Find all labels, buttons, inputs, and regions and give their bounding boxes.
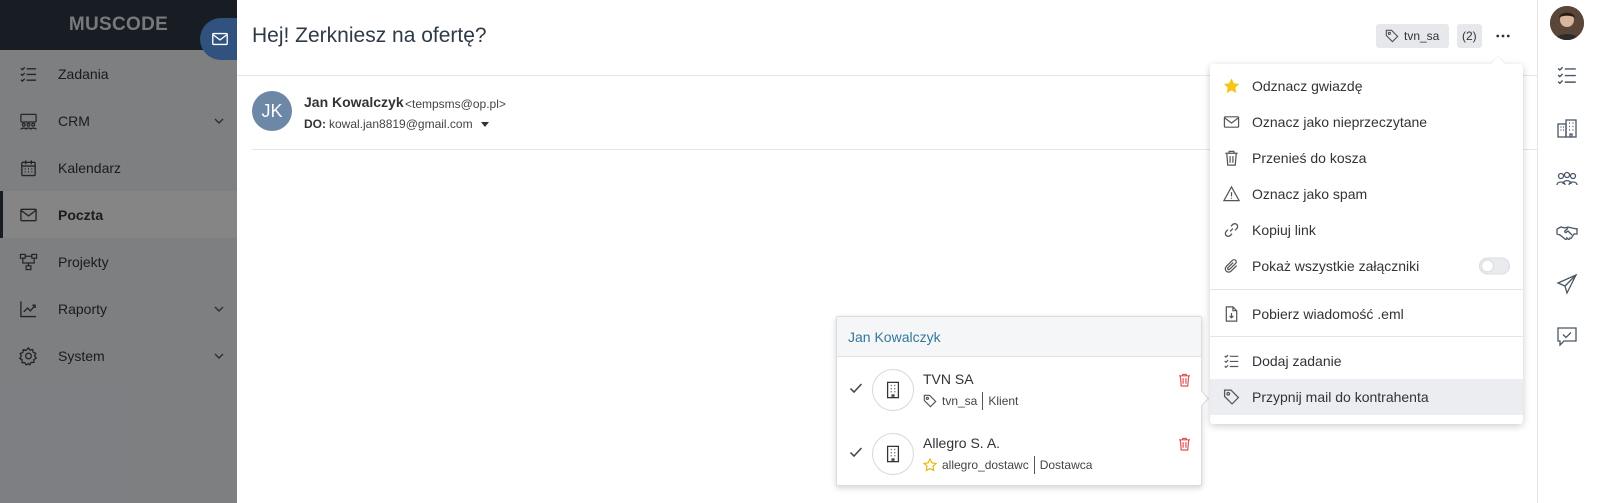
more-options-menu: Odznacz gwiazdę Oznacz jako nieprzeczyta…	[1210, 64, 1523, 424]
more-horizontal-icon	[1496, 34, 1510, 38]
caret-down-icon[interactable]	[480, 121, 489, 127]
envelope-icon	[211, 30, 229, 48]
envelope-icon	[1223, 114, 1240, 131]
menu-item-label: Pokaż wszystkie załączniki	[1252, 258, 1420, 274]
recipients-row: DO: kowal.jan8819@gmail.com	[304, 117, 489, 131]
right-rail	[1539, 0, 1597, 503]
menu-item-mark-spam[interactable]: Oznacz jako spam	[1210, 176, 1523, 212]
checkmark-icon[interactable]	[849, 445, 863, 459]
users-group-icon[interactable]	[1556, 169, 1578, 191]
paperclip-icon	[1223, 258, 1240, 275]
tasks-icon	[1223, 353, 1240, 370]
trash-icon[interactable]	[1178, 373, 1191, 387]
user-avatar[interactable]	[1550, 6, 1584, 40]
tag-chip[interactable]: tvn_sa	[1376, 24, 1450, 48]
tag-icon	[923, 394, 937, 408]
menu-item-move-to-trash[interactable]: Przenieś do kosza	[1210, 140, 1523, 176]
popup-title: Jan Kowalczyk	[837, 317, 1201, 357]
tag-chip-label: tvn_sa	[1404, 29, 1440, 43]
contractor-item[interactable]: TVN SA tvn_sa Klient	[837, 357, 1201, 421]
menu-divider	[1210, 336, 1523, 337]
menu-item-add-task[interactable]: Dodaj zadanie	[1210, 343, 1523, 379]
more-options-button[interactable]	[1490, 24, 1516, 48]
contractor-meta: tvn_sa Klient	[923, 392, 1018, 410]
menu-item-download-eml[interactable]: Pobierz wiadomość .eml	[1210, 296, 1523, 332]
menu-item-copy-link[interactable]: Kopiuj link	[1210, 212, 1523, 248]
warning-icon	[1223, 185, 1240, 203]
email-subject: Hej! Zerkniesz na ofertę?	[252, 24, 487, 47]
contractor-popup: Jan Kowalczyk TVN SA tvn_sa Klient Alleg…	[836, 316, 1202, 486]
menu-item-label: Oznacz jako nieprzeczytane	[1252, 114, 1428, 130]
menu-divider	[1210, 289, 1523, 290]
menu-item-label: Oznacz jako spam	[1252, 186, 1368, 202]
building-icon	[872, 433, 914, 475]
modal-overlay[interactable]	[0, 0, 237, 503]
contractor-meta: allegro_dostawc Dostawca	[923, 456, 1092, 474]
building-icon	[872, 369, 914, 411]
menu-item-unstar[interactable]: Odznacz gwiazdę	[1210, 68, 1523, 104]
chat-check-icon[interactable]	[1556, 325, 1578, 347]
contractor-tag: tvn_sa	[942, 394, 978, 408]
sender-email: <tempsms@op.pl>	[405, 97, 506, 111]
tag-count-badge[interactable]: (2)	[1457, 24, 1482, 48]
contractor-type: Klient	[988, 394, 1019, 408]
separator	[1033, 456, 1035, 474]
contractor-name: Allegro S. A.	[923, 435, 1001, 451]
menu-item-label: Kopiuj link	[1252, 222, 1316, 238]
contractor-item[interactable]: Allegro S. A. allegro_dostawc Dostawca	[837, 421, 1201, 485]
trash-icon[interactable]	[1178, 437, 1191, 451]
recipient-address: kowal.jan8819@gmail.com	[329, 117, 473, 131]
star-outline-icon	[923, 458, 937, 472]
sender-avatar: JK	[252, 91, 292, 131]
send-icon[interactable]	[1556, 273, 1578, 295]
tag-icon	[1223, 389, 1240, 406]
checkmark-icon[interactable]	[849, 381, 863, 395]
menu-item-mark-unread[interactable]: Oznacz jako nieprzeczytane	[1210, 104, 1523, 140]
buildings-icon[interactable]	[1556, 117, 1578, 139]
tag-icon	[1385, 29, 1399, 43]
sender-name[interactable]: Jan Kowalczyk	[304, 94, 404, 110]
menu-item-label: Przenieś do kosza	[1252, 150, 1367, 166]
attachments-toggle[interactable]	[1479, 257, 1510, 275]
contractor-name: TVN SA	[923, 371, 974, 387]
menu-item-label: Pobierz wiadomość .eml	[1252, 306, 1404, 322]
menu-item-pin-to-contractor[interactable]: Przypnij mail do kontrahenta	[1210, 379, 1523, 415]
menu-item-label: Przypnij mail do kontrahenta	[1252, 389, 1429, 405]
trash-icon	[1223, 150, 1240, 167]
link-icon	[1223, 222, 1240, 239]
contractor-tag: allegro_dostawc	[942, 458, 1029, 472]
contractor-type: Dostawca	[1039, 458, 1093, 472]
menu-item-label: Dodaj zadanie	[1252, 353, 1342, 369]
separator	[982, 392, 984, 410]
menu-item-show-attachments[interactable]: Pokaż wszystkie załączniki	[1210, 248, 1523, 284]
to-label: DO:	[304, 117, 326, 131]
tasks-icon[interactable]	[1556, 64, 1578, 86]
star-icon	[1223, 78, 1240, 95]
handshake-icon[interactable]	[1556, 221, 1578, 243]
menu-item-label: Odznacz gwiazdę	[1252, 78, 1363, 94]
file-download-icon	[1223, 306, 1240, 323]
